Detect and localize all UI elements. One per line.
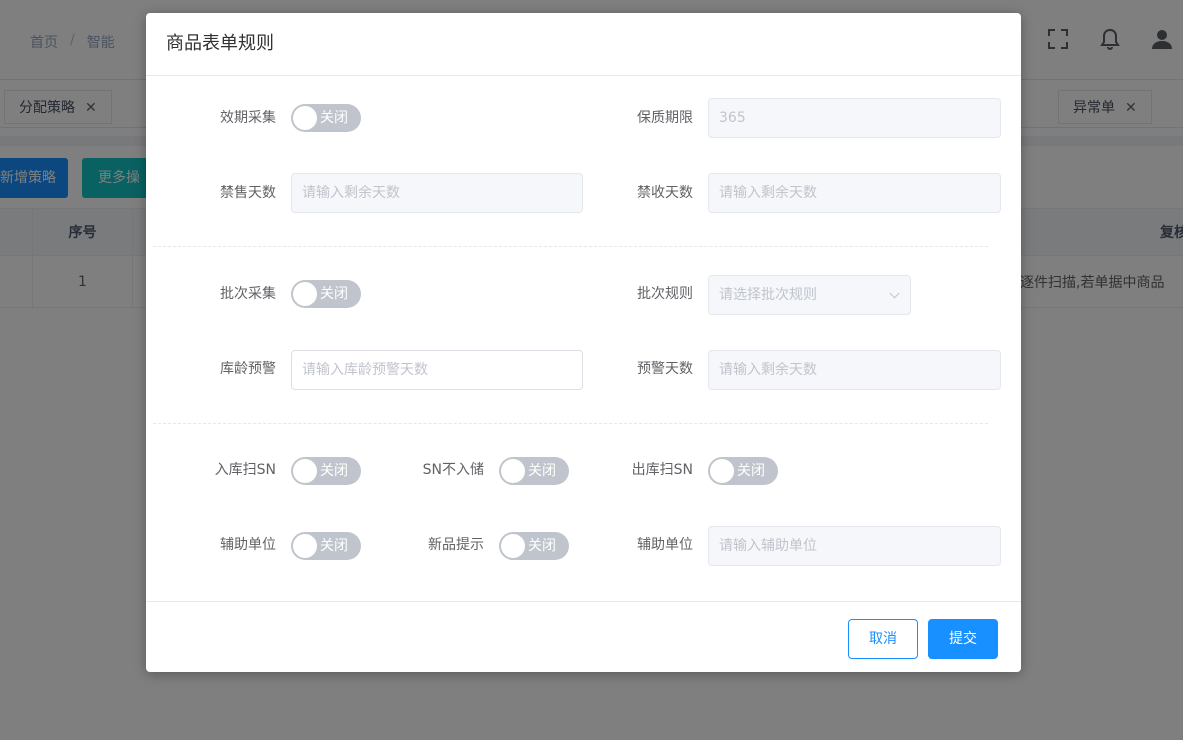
submit-button[interactable]: 提交 <box>928 619 998 659</box>
switch-text: 关闭 <box>737 463 765 479</box>
chevron-down-icon <box>889 288 900 299</box>
inbound-sn-switch[interactable]: 关闭 <box>291 457 361 485</box>
product-form-rules-dialog: 商品表单规则 效期采集 关闭 保质期限 365 禁售天数 请输入剩余天数 禁收天… <box>146 13 1021 672</box>
batch-rule-placeholder: 请选择批次规则 <box>719 287 817 303</box>
sn-no-store-label: SN不入储 <box>422 462 484 478</box>
no-sale-days-input[interactable]: 请输入剩余天数 <box>291 173 583 213</box>
dialog-footer: 取消 提交 <box>146 601 1021 672</box>
shelf-life-input[interactable]: 365 <box>708 98 1001 138</box>
batch-collect-switch[interactable]: 关闭 <box>291 280 361 308</box>
aux-unit-input[interactable]: 请输入辅助单位 <box>708 526 1001 566</box>
batch-collect-label: 批次采集 <box>220 286 276 302</box>
no-receive-days-label: 禁收天数 <box>637 185 693 201</box>
no-receive-days-input[interactable]: 请输入剩余天数 <box>708 173 1001 213</box>
warning-days-input[interactable]: 请输入剩余天数 <box>708 350 1001 390</box>
section-divider <box>153 246 988 247</box>
new-product-tip-label: 新品提示 <box>428 537 484 553</box>
batch-rule-select[interactable]: 请选择批次规则 <box>708 275 911 315</box>
sn-no-store-switch[interactable]: 关闭 <box>499 457 569 485</box>
outbound-sn-label: 出库扫SN <box>631 462 693 478</box>
switch-knob <box>293 106 317 130</box>
dialog-header: 商品表单规则 <box>146 13 1021 76</box>
switch-knob <box>501 459 525 483</box>
warning-days-label: 预警天数 <box>637 361 693 377</box>
switch-knob <box>293 282 317 306</box>
switch-knob <box>293 459 317 483</box>
cancel-button[interactable]: 取消 <box>848 619 918 659</box>
age-warning-input[interactable]: 请输入库龄预警天数 <box>291 350 583 390</box>
switch-knob <box>501 534 525 558</box>
expiry-collect-label: 效期采集 <box>220 110 276 126</box>
dialog-title: 商品表单规则 <box>166 33 274 54</box>
aux-unit-label: 辅助单位 <box>637 537 693 553</box>
switch-text: 关闭 <box>320 463 348 479</box>
switch-text: 关闭 <box>320 538 348 554</box>
batch-rule-label: 批次规则 <box>637 286 693 302</box>
switch-text: 关闭 <box>528 538 556 554</box>
section-divider <box>153 423 988 424</box>
switch-text: 关闭 <box>320 286 348 302</box>
switch-knob <box>710 459 734 483</box>
switch-text: 关闭 <box>320 110 348 126</box>
expiry-collect-switch[interactable]: 关闭 <box>291 104 361 132</box>
outbound-sn-switch[interactable]: 关闭 <box>708 457 778 485</box>
age-warning-label: 库龄预警 <box>220 361 276 377</box>
aux-unit-switch-label: 辅助单位 <box>220 537 276 553</box>
switch-knob <box>293 534 317 558</box>
inbound-sn-label: 入库扫SN <box>214 462 276 478</box>
aux-unit-switch[interactable]: 关闭 <box>291 532 361 560</box>
switch-text: 关闭 <box>528 463 556 479</box>
no-sale-days-label: 禁售天数 <box>220 185 276 201</box>
shelf-life-label: 保质期限 <box>637 110 693 126</box>
new-product-tip-switch[interactable]: 关闭 <box>499 532 569 560</box>
